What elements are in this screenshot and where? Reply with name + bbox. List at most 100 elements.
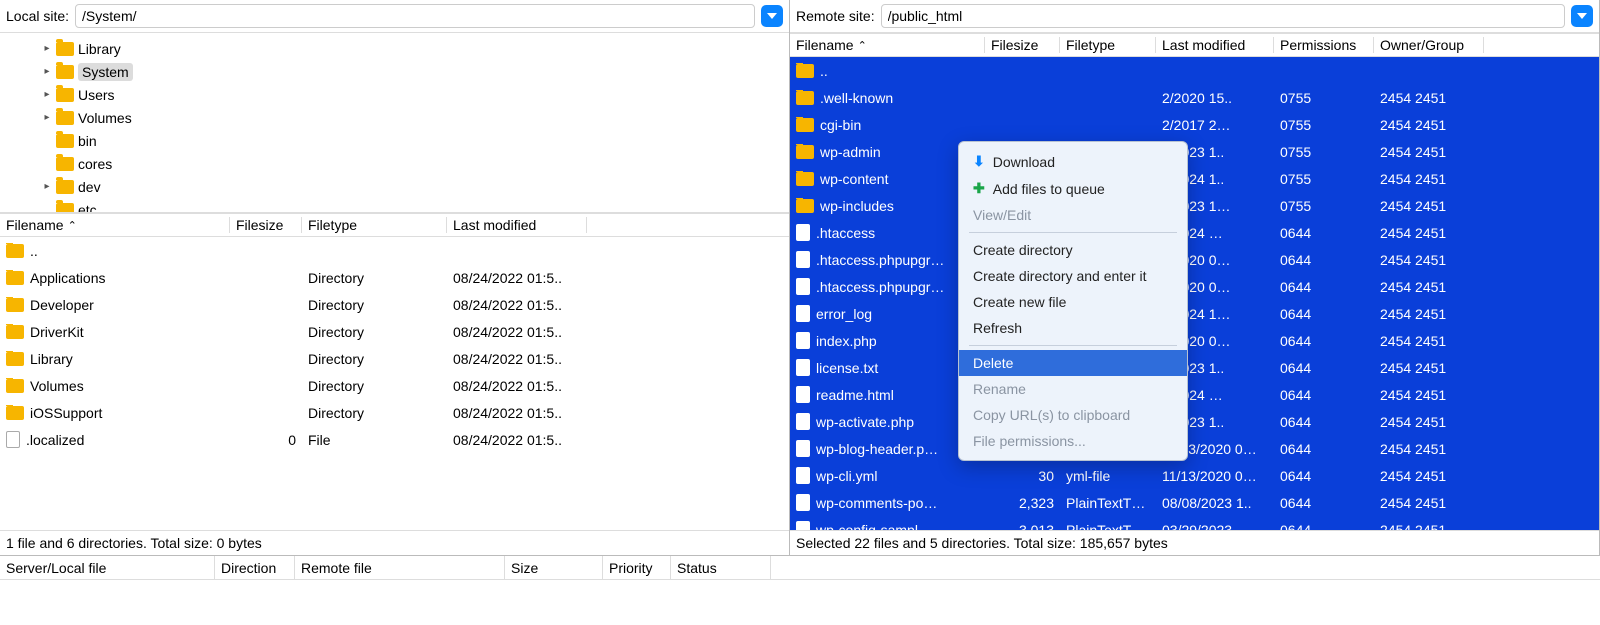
separator	[969, 345, 1177, 346]
file-name: wp-config-sampl…	[816, 522, 932, 531]
file-size: 30	[985, 468, 1060, 484]
file-permissions: 0644	[1274, 252, 1374, 268]
col-filename[interactable]: Filename⌃	[790, 37, 985, 53]
list-item[interactable]: ..	[790, 57, 1599, 84]
file-type: PlainTextT…	[1060, 495, 1156, 511]
list-item[interactable]: .well-known2/2020 15..07552454 2451	[790, 84, 1599, 111]
list-item[interactable]: DriverKitDirectory08/24/2022 01:5..	[0, 318, 789, 345]
col-filetype[interactable]: Filetype	[1060, 37, 1156, 53]
add-icon: ✚	[973, 180, 985, 197]
col-filesize[interactable]: Filesize	[985, 37, 1060, 53]
ctx-refresh[interactable]: Refresh	[959, 315, 1187, 341]
tree-item[interactable]: ▸dev	[0, 175, 789, 198]
list-item[interactable]: LibraryDirectory08/24/2022 01:5..	[0, 345, 789, 372]
queue-col-remote[interactable]: Remote file	[295, 556, 505, 579]
list-item[interactable]: wp-includes7/2023 1…07552454 2451	[790, 192, 1599, 219]
file-permissions: 0755	[1274, 90, 1374, 106]
expander-icon[interactable]: ▸	[42, 66, 52, 77]
list-item[interactable]: .htaccess.phpupgr…7/2020 0…06442454 2451	[790, 273, 1599, 300]
file-owner: 2454 2451	[1374, 522, 1484, 531]
file-permissions: 0755	[1274, 171, 1374, 187]
col-owner[interactable]: Owner/Group	[1374, 37, 1484, 53]
col-filesize[interactable]: Filesize	[230, 217, 302, 233]
tree-item[interactable]: ▸Library	[0, 37, 789, 60]
list-item[interactable]: ApplicationsDirectory08/24/2022 01:5..	[0, 264, 789, 291]
ctx-create-dir-enter[interactable]: Create directory and enter it	[959, 263, 1187, 289]
ctx-download[interactable]: ⬇Download	[959, 148, 1187, 175]
file-name: wp-includes	[820, 198, 894, 214]
expander-icon[interactable]: ▸	[42, 89, 52, 100]
file-modified: 2/2017 2…	[1156, 117, 1274, 133]
file-icon	[796, 386, 810, 403]
local-file-list[interactable]: ..ApplicationsDirectory08/24/2022 01:5..…	[0, 237, 789, 530]
file-owner: 2454 2451	[1374, 144, 1484, 160]
file-permissions: 0644	[1274, 495, 1374, 511]
list-item[interactable]: index.php7/2020 0…06442454 2451	[790, 327, 1599, 354]
list-item[interactable]: DeveloperDirectory08/24/2022 01:5..	[0, 291, 789, 318]
list-item[interactable]: wp-config-sampl…3,013PlainTextT…03/29/20…	[790, 516, 1599, 530]
local-path-dropdown[interactable]	[761, 5, 783, 27]
list-item[interactable]: VolumesDirectory08/24/2022 01:5..	[0, 372, 789, 399]
list-item[interactable]: ..	[0, 237, 789, 264]
list-item[interactable]: error_log7/2024 1…06442454 2451	[790, 300, 1599, 327]
file-permissions: 0644	[1274, 468, 1374, 484]
list-item[interactable]: wp-activate.php8/2023 1..06442454 2451	[790, 408, 1599, 435]
tree-item[interactable]: bin	[0, 129, 789, 152]
expander-icon[interactable]: ▸	[42, 181, 52, 192]
folder-icon	[56, 65, 74, 79]
ctx-delete[interactable]: Delete	[959, 350, 1187, 376]
list-item[interactable]: wp-comments-po…2,323PlainTextT…08/08/202…	[790, 489, 1599, 516]
list-item[interactable]: .localized0File08/24/2022 01:5..	[0, 426, 789, 453]
col-filename[interactable]: Filename⌃	[0, 217, 230, 233]
file-permissions: 0755	[1274, 117, 1374, 133]
list-item[interactable]: .htaccess8/2024 …06442454 2451	[790, 219, 1599, 246]
expander-icon[interactable]: ▸	[42, 43, 52, 54]
list-item[interactable]: iOSSupportDirectory08/24/2022 01:5..	[0, 399, 789, 426]
folder-icon	[6, 406, 24, 420]
remote-path-input[interactable]	[881, 4, 1565, 28]
queue-col-size[interactable]: Size	[505, 556, 603, 579]
list-item[interactable]: cgi-bin2/2017 2…07552454 2451	[790, 111, 1599, 138]
ctx-create-file[interactable]: Create new file	[959, 289, 1187, 315]
col-filetype[interactable]: Filetype	[302, 217, 447, 233]
local-status: 1 file and 6 directories. Total size: 0 …	[0, 530, 789, 555]
tree-item[interactable]: cores	[0, 152, 789, 175]
sort-asc-icon: ⌃	[858, 39, 867, 52]
expander-icon[interactable]: ▸	[42, 112, 52, 123]
local-tree[interactable]: ▸Library▸System▸Users▸Volumes bin cores▸de…	[0, 33, 789, 213]
file-name: index.php	[816, 333, 877, 349]
tree-item[interactable]: etc	[0, 198, 789, 213]
list-item[interactable]: wp-content8/2024 1..07552454 2451	[790, 165, 1599, 192]
queue-col-priority[interactable]: Priority	[603, 556, 671, 579]
tree-item[interactable]: ▸System	[0, 60, 789, 83]
col-lastmod[interactable]: Last modified	[1156, 37, 1274, 53]
list-item[interactable]: readme.html0/2024 …06442454 2451	[790, 381, 1599, 408]
file-owner: 2454 2451	[1374, 387, 1484, 403]
file-name: .htaccess	[816, 225, 875, 241]
tree-item[interactable]: ▸Users	[0, 83, 789, 106]
col-permissions[interactable]: Permissions	[1274, 37, 1374, 53]
file-size: 2,323	[985, 495, 1060, 511]
queue-col-status[interactable]: Status	[671, 556, 771, 579]
ctx-create-dir[interactable]: Create directory	[959, 237, 1187, 263]
tree-item[interactable]: ▸Volumes	[0, 106, 789, 129]
local-panel: Local site: ▸Library▸System▸Users▸Volume…	[0, 0, 790, 555]
col-lastmod[interactable]: Last modified	[447, 217, 587, 233]
tree-item-label: bin	[78, 133, 97, 149]
list-item[interactable]: .htaccess.phpupgr…7/2020 0…06442454 2451	[790, 246, 1599, 273]
file-icon	[796, 521, 810, 530]
ctx-add-queue[interactable]: ✚Add files to queue	[959, 175, 1187, 202]
list-item[interactable]: wp-blog-header.p…351PlainTextT…11/13/202…	[790, 435, 1599, 462]
file-owner: 2454 2451	[1374, 279, 1484, 295]
list-item[interactable]: wp-cli.yml30yml-file11/13/2020 0…0644245…	[790, 462, 1599, 489]
local-path-input[interactable]	[75, 4, 755, 28]
folder-icon	[6, 352, 24, 366]
queue-col-direction[interactable]: Direction	[215, 556, 295, 579]
remote-file-list[interactable]: ⬇Download ✚Add files to queue View/Edit …	[790, 57, 1599, 530]
queue-col-local[interactable]: Server/Local file	[0, 556, 215, 579]
list-item[interactable]: license.txt7/2023 1..06442454 2451	[790, 354, 1599, 381]
file-name: error_log	[816, 306, 872, 322]
list-item[interactable]: wp-admin8/2023 1..07552454 2451	[790, 138, 1599, 165]
remote-path-dropdown[interactable]	[1571, 5, 1593, 27]
file-name: wp-blog-header.p…	[816, 441, 938, 457]
